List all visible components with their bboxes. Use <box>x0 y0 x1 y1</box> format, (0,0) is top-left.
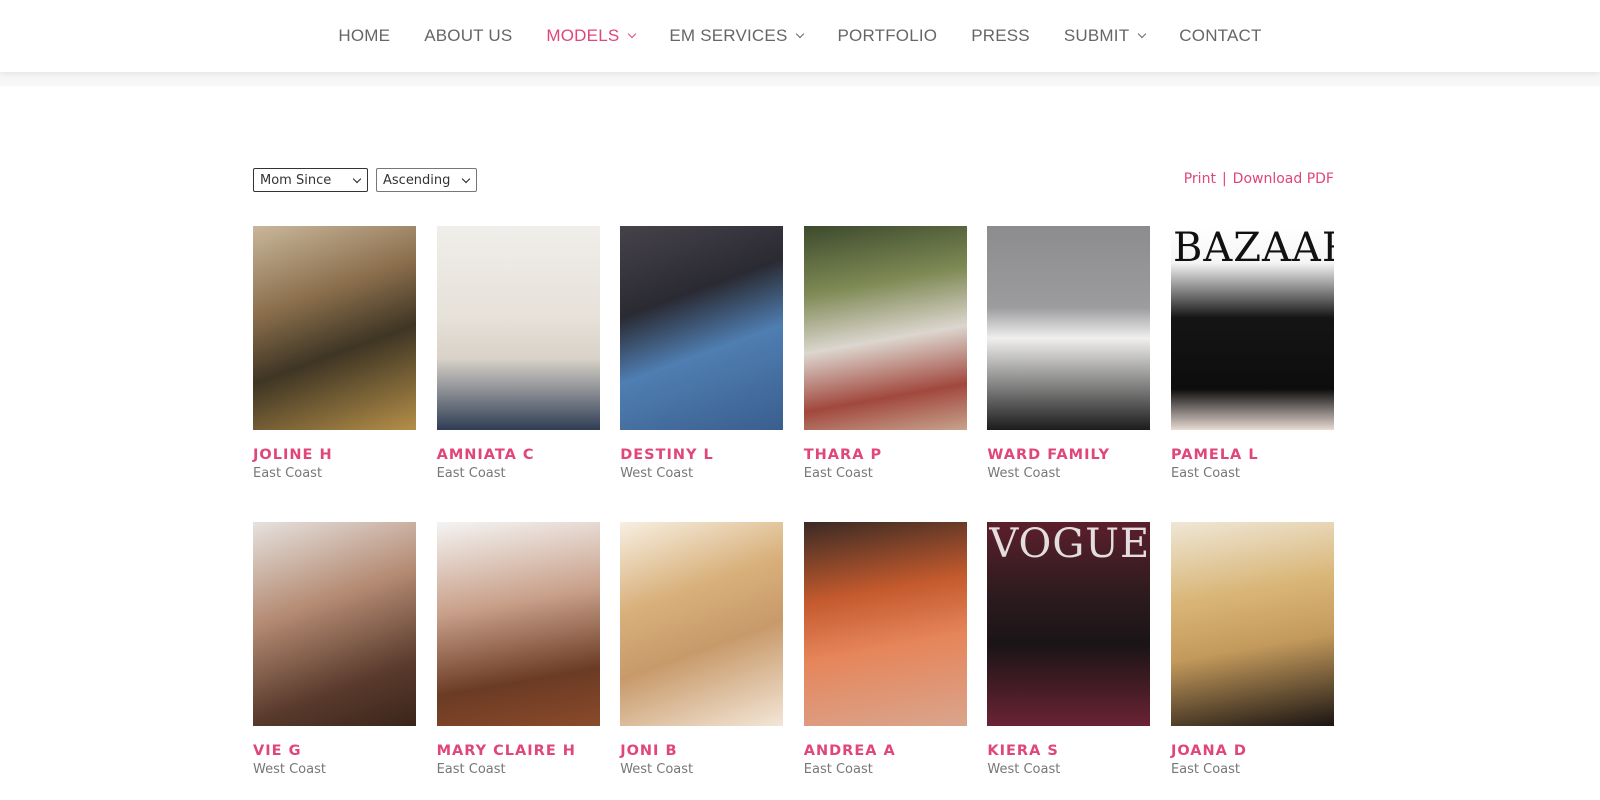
model-region: West Coast <box>620 762 694 777</box>
model-card[interactable]: JONI B West Coast <box>620 522 784 800</box>
page-actions: Print | Download PDF <box>1184 171 1334 187</box>
model-name[interactable]: VIE G <box>253 743 416 759</box>
model-region: East Coast <box>803 762 873 777</box>
nav-item-portfolio[interactable]: PORTFOLIO <box>820 26 954 46</box>
model-region: East Coast <box>803 466 873 481</box>
model-region: East Coast <box>436 762 506 777</box>
chevron-down-icon <box>628 29 637 39</box>
model-card[interactable]: DESTINY L West Coast <box>620 226 784 522</box>
nav-item-label: EM SERVICES <box>669 26 788 45</box>
model-photo[interactable] <box>253 522 416 726</box>
sort-controls: Mom Since Ascending <box>253 168 477 192</box>
print-link[interactable]: Print <box>1184 171 1216 187</box>
chevron-down-icon <box>796 29 805 39</box>
model-card[interactable]: MARY CLAIRE H East Coast <box>436 522 600 800</box>
chevron-down-icon <box>1138 29 1147 39</box>
model-region: West Coast <box>253 762 326 777</box>
sort-order-value: Ascending <box>383 172 451 188</box>
sort-by-value: Mom Since <box>260 172 332 188</box>
model-photo[interactable]: BAZAAR <box>1170 226 1334 430</box>
model-name[interactable]: AMNIATA C <box>437 447 600 463</box>
model-photo[interactable]: VOGUE <box>987 522 1151 726</box>
model-name[interactable]: PAMELA L <box>1171 447 1334 463</box>
magazine-masthead: BAZAAR <box>1172 226 1334 271</box>
model-card[interactable]: VIE G West Coast <box>253 522 416 800</box>
nav-item-label: CONTACT <box>1179 26 1262 45</box>
model-card[interactable]: VOGUE KIERA S West Coast <box>987 522 1151 800</box>
sort-order-select[interactable]: Ascending <box>376 168 477 192</box>
nav-item-contact[interactable]: CONTACT <box>1162 26 1278 46</box>
nav-list: HOME ABOUT US MODELS EM SERVICES PORTFOLIO PR… <box>0 0 1600 72</box>
sort-by-select[interactable]: Mom Since <box>253 168 368 192</box>
model-photo[interactable] <box>803 226 967 430</box>
nav-item-em-services[interactable]: EM SERVICES <box>652 26 820 46</box>
model-card[interactable]: THARA P East Coast <box>803 226 967 522</box>
model-card[interactable]: JOANA D East Coast <box>1170 522 1334 800</box>
nav-item-label: MODELS <box>546 26 620 45</box>
model-name[interactable]: THARA P <box>804 447 967 463</box>
model-card[interactable]: AMNIATA C East Coast <box>436 226 600 522</box>
nav-item-label: SUBMIT <box>1063 26 1130 45</box>
model-name[interactable]: MARY CLAIRE H <box>437 743 600 759</box>
model-region: East Coast <box>1170 466 1241 481</box>
model-name[interactable]: JOANA D <box>1171 743 1334 759</box>
actions-separator: | <box>1221 171 1227 187</box>
nav-item-press[interactable]: PRESS <box>954 26 1047 46</box>
model-photo[interactable] <box>436 522 600 726</box>
model-name[interactable]: JONI B <box>620 743 783 759</box>
model-photo[interactable] <box>253 226 416 430</box>
model-name[interactable]: WARD FAMILY <box>987 447 1150 463</box>
nav-item-models[interactable]: MODELS <box>529 26 652 46</box>
model-card[interactable]: JOLINE H East Coast <box>253 226 416 522</box>
model-name[interactable]: ANDREA A <box>804 743 967 759</box>
nav-item-label: HOME <box>338 26 391 45</box>
nav-item-home[interactable]: HOME <box>321 26 407 46</box>
model-region: East Coast <box>253 466 323 481</box>
nav-item-about-us[interactable]: ABOUT US <box>407 26 529 46</box>
model-card[interactable]: WARD FAMILY West Coast <box>987 226 1151 522</box>
main-nav: HOME ABOUT US MODELS EM SERVICES PORTFOLIO PR… <box>0 0 1600 72</box>
model-photo[interactable] <box>1170 522 1334 726</box>
magazine-masthead: VOGUE <box>989 522 1151 567</box>
model-photo[interactable] <box>620 226 784 430</box>
chevron-down-icon <box>461 174 471 183</box>
header-band <box>0 72 1600 86</box>
model-region: West Coast <box>987 762 1061 777</box>
model-photo[interactable] <box>436 226 600 430</box>
nav-item-submit[interactable]: SUBMIT <box>1047 26 1162 46</box>
chevron-down-icon <box>352 174 362 183</box>
model-name[interactable]: KIERA S <box>987 743 1150 759</box>
nav-item-label: ABOUT US <box>424 26 513 45</box>
model-photo[interactable] <box>620 522 784 726</box>
model-card[interactable]: ANDREA A East Coast <box>803 522 967 800</box>
model-region: East Coast <box>1170 762 1241 777</box>
model-region: East Coast <box>436 466 506 481</box>
nav-item-label: PORTFOLIO <box>837 26 938 45</box>
model-region: West Coast <box>987 466 1061 481</box>
model-grid: JOLINE H East Coast AMNIATA C East Coast DES… <box>253 226 1334 800</box>
nav-item-label: PRESS <box>971 26 1030 45</box>
download-pdf-link[interactable]: Download PDF <box>1233 171 1334 187</box>
model-name[interactable]: JOLINE H <box>253 447 416 463</box>
model-photo[interactable] <box>987 226 1151 430</box>
model-name[interactable]: DESTINY L <box>620 447 783 463</box>
model-region: West Coast <box>620 466 694 481</box>
model-photo[interactable] <box>803 522 967 726</box>
model-card[interactable]: BAZAAR PAMELA L East Coast <box>1170 226 1334 522</box>
